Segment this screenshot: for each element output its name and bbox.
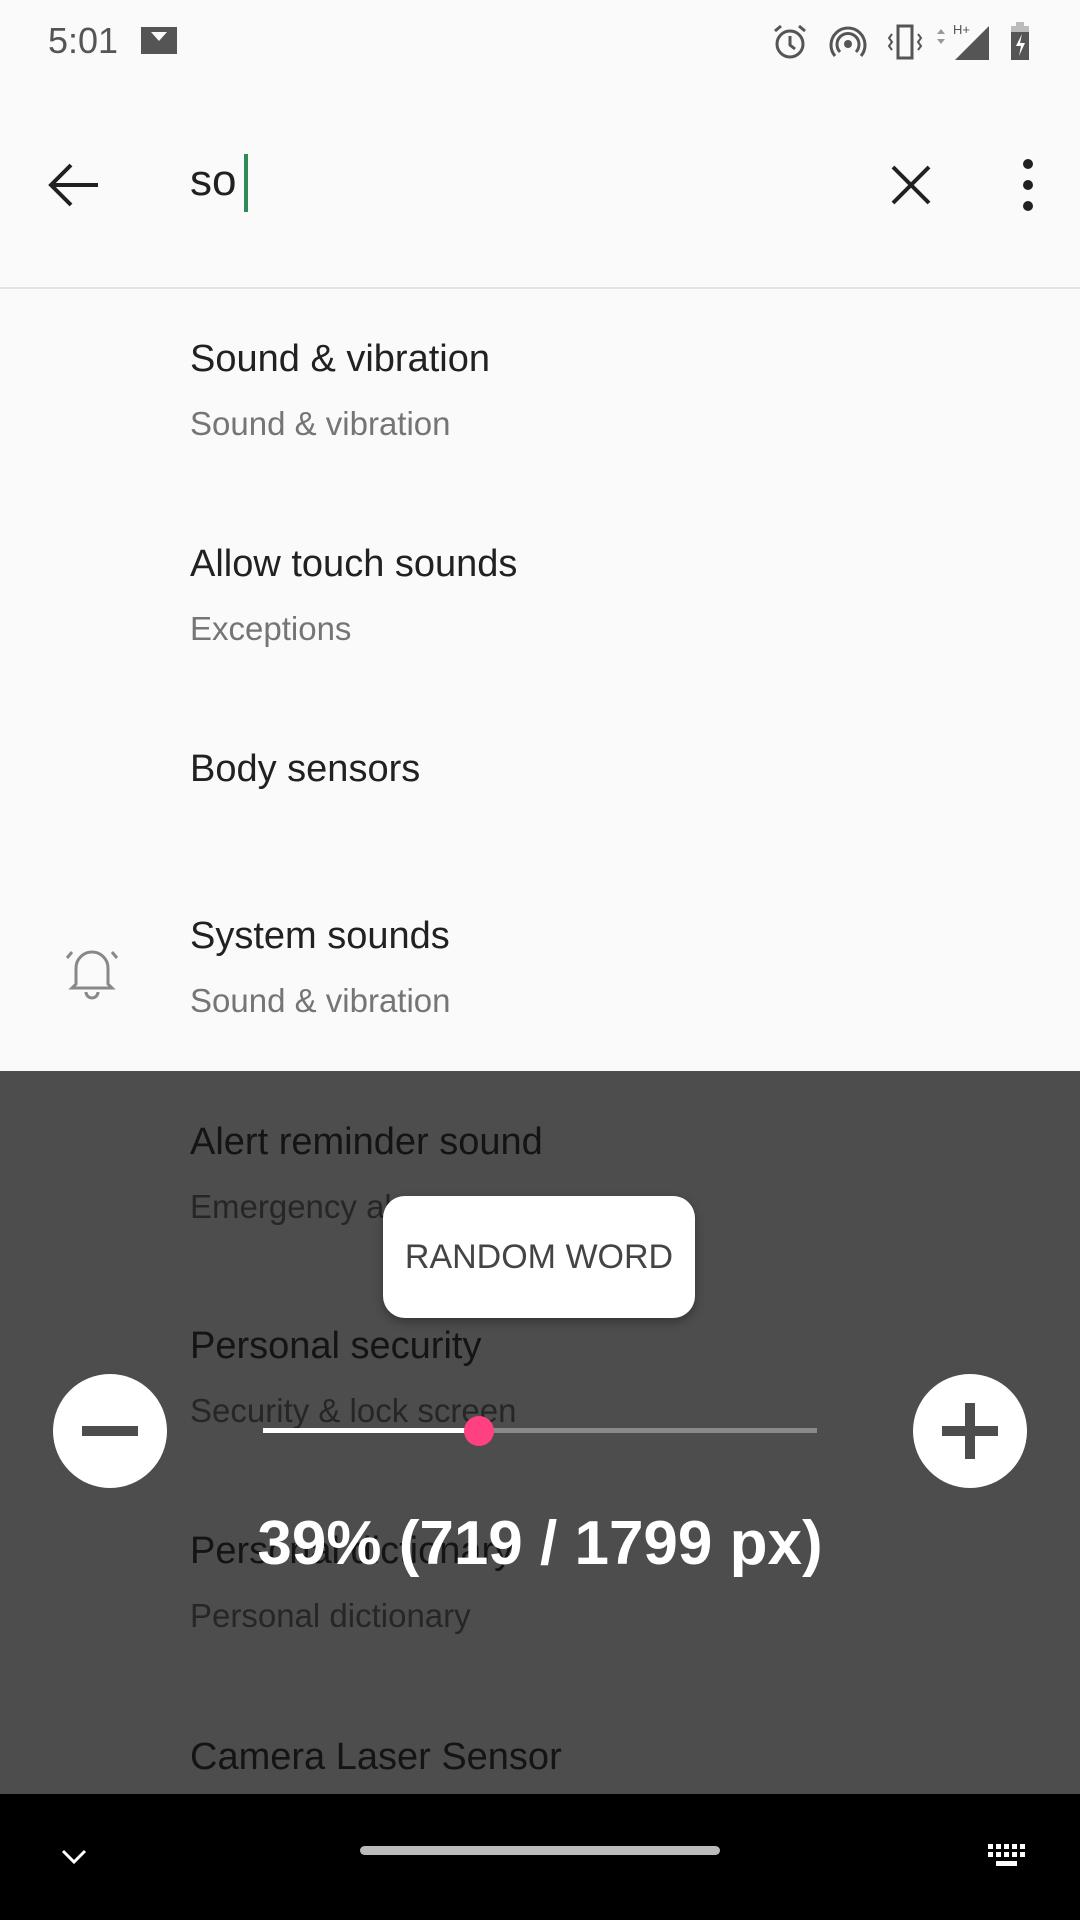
hotspot-icon xyxy=(829,26,867,57)
scroll-increase-button[interactable] xyxy=(913,1374,1027,1488)
item-title: Personal security xyxy=(190,1325,482,1367)
svg-text:H+: H+ xyxy=(953,22,970,37)
list-item[interactable]: Allow touch sounds Exceptions xyxy=(190,543,517,648)
item-title: Body sensors xyxy=(190,748,421,790)
text-cursor xyxy=(244,154,248,212)
list-item[interactable]: Sound & vibration Sound & vibration xyxy=(190,338,490,443)
bell-icon xyxy=(65,950,119,1000)
battery-charging-icon xyxy=(1011,22,1029,60)
arrow-left-icon[interactable] xyxy=(46,160,100,210)
search-input[interactable]: so xyxy=(190,156,236,206)
scroll-position-readout: 39% (719 / 1799 px) xyxy=(257,1509,823,1578)
item-title: System sounds xyxy=(190,915,450,957)
navigation-bar xyxy=(0,1794,1080,1920)
search-toolbar: so xyxy=(0,96,1080,289)
status-bar: 5:01 H+ xyxy=(0,0,1080,96)
close-icon[interactable] xyxy=(890,164,932,206)
item-subtitle: Exceptions xyxy=(190,610,352,647)
item-subtitle: Personal dictionary xyxy=(190,1597,471,1634)
list-item[interactable]: Camera Laser Sensor xyxy=(190,1736,562,1779)
mail-icon xyxy=(141,27,177,54)
list-item[interactable]: System sounds Sound & vibration xyxy=(190,915,451,1020)
item-title: Personal dictionary xyxy=(190,1530,514,1572)
scroll-decrease-button[interactable] xyxy=(53,1374,167,1488)
item-subtitle: Sound & vibration xyxy=(190,405,451,442)
random-word-button[interactable]: RANDOM WORD xyxy=(383,1196,695,1318)
signal-h-plus-icon: H+ xyxy=(937,22,989,60)
vibrate-icon xyxy=(887,24,923,60)
clock: 5:01 xyxy=(48,20,119,61)
minus-icon xyxy=(82,1426,138,1436)
plus-icon xyxy=(942,1403,998,1459)
scroll-slider-thumb[interactable] xyxy=(464,1416,495,1446)
list-item[interactable]: Personal dictionary Personal dictionary xyxy=(190,1530,513,1635)
keyboard-icon[interactable] xyxy=(986,1842,1028,1870)
item-title: Allow touch sounds xyxy=(190,543,518,585)
home-handle[interactable] xyxy=(360,1846,720,1855)
list-item[interactable]: Body sensors xyxy=(190,748,420,791)
chevron-down-icon[interactable] xyxy=(60,1848,88,1866)
item-title: Camera Laser Sensor xyxy=(190,1736,562,1778)
item-title: Sound & vibration xyxy=(190,338,490,380)
item-title: Alert reminder sound xyxy=(190,1121,543,1163)
alarm-icon xyxy=(774,24,806,59)
item-subtitle: Sound & vibration xyxy=(190,982,451,1019)
list-item[interactable]: Personal security Security & lock screen xyxy=(190,1325,516,1430)
more-vert-icon[interactable] xyxy=(1018,158,1038,212)
